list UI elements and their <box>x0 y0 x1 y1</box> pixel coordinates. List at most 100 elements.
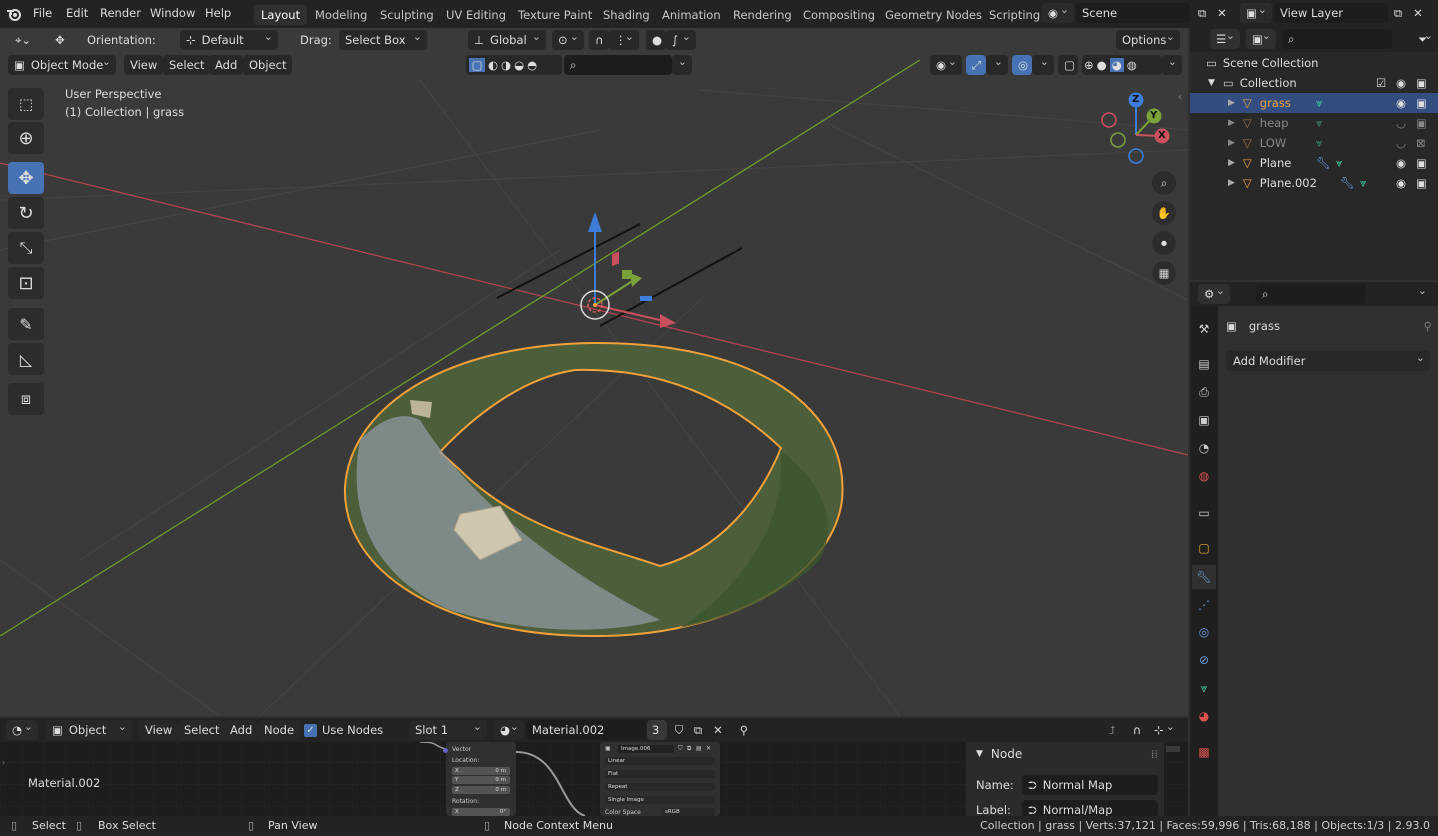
node-menu-select[interactable]: Select <box>178 720 226 740</box>
tool-transform[interactable]: ⊡ <box>8 267 44 299</box>
material-tab-icon[interactable]: ◕ <box>1192 704 1216 728</box>
orientation-dropdown[interactable]: ⊹ Default <box>180 30 278 50</box>
use-nodes-checkbox[interactable]: ✓ Use Nodes <box>298 720 389 740</box>
tab-animation[interactable]: Animation <box>655 5 728 25</box>
physics-tab-icon[interactable]: ◎ <box>1192 620 1216 644</box>
modifier-tab-icon[interactable]: 🔧︎ <box>1192 565 1216 589</box>
pin-icon[interactable]: ⚲ <box>1424 319 1432 333</box>
blender-logo-icon[interactable] <box>4 4 24 24</box>
browse-material-button[interactable]: ◕ <box>494 720 524 740</box>
select-intersect-icon[interactable]: ◓ <box>527 58 537 72</box>
render-camera-icon[interactable]: ▣ <box>1416 76 1427 90</box>
texture-tab-icon[interactable]: ▩ <box>1192 740 1216 764</box>
viewport-menu-select[interactable]: Select <box>163 55 211 75</box>
node-snap-icon[interactable]: ∩ <box>1127 720 1147 740</box>
expand-arrow-icon[interactable]: ▶ <box>1228 178 1235 188</box>
image-shield-icon[interactable]: ⛉ <box>678 745 683 753</box>
menu-edit[interactable]: Edit <box>66 6 88 20</box>
tool-tab-icon[interactable]: ⚒ <box>1192 317 1216 341</box>
editor-type-viewport-icon[interactable]: ⌖⌄ <box>8 30 38 50</box>
tab-shading[interactable]: Shading <box>596 5 657 25</box>
tab-modeling[interactable]: Modeling <box>308 5 374 25</box>
delete-scene-icon[interactable]: ✕ <box>1212 3 1232 23</box>
mode-dropdown[interactable]: ▣ Object Mode <box>8 55 116 75</box>
fake-user-shield-icon[interactable]: ⛉ <box>669 720 689 740</box>
object-tab-icon[interactable]: ▢ <box>1192 536 1216 560</box>
mapping-node[interactable]: Vector Location: X0 m Y0 m Z0 m Rotation… <box>446 742 516 816</box>
node-sidebar-tab-strip[interactable] <box>1166 746 1180 752</box>
constraints-tab-icon[interactable]: ⊘ <box>1192 648 1216 672</box>
new-scene-icon[interactable]: ⧉ <box>1192 3 1212 23</box>
panel-drag-handle-icon[interactable]: ⁞⁞ <box>1151 747 1158 761</box>
tool-measure[interactable]: ◺ <box>8 343 44 375</box>
tab-rendering[interactable]: Rendering <box>726 5 799 25</box>
select-subtract-icon[interactable]: ◑ <box>501 58 511 72</box>
node-label-field[interactable]: ⮊ Normal/Map <box>1022 800 1158 816</box>
select-extend-icon[interactable]: ◐ <box>488 58 498 72</box>
shading-modes[interactable]: ⊕ ● ◕ ◍ <box>1082 55 1162 75</box>
drag-dropdown[interactable]: Select Box <box>339 30 427 50</box>
expand-arrow-icon[interactable]: ▶ <box>1228 98 1235 108</box>
render-camera-icon[interactable]: ▣ <box>1416 176 1427 190</box>
material-name-field[interactable]: Material.002 <box>526 720 646 740</box>
gizmo-toggle[interactable]: ⤢ <box>966 55 986 75</box>
outliner-scene-collection[interactable]: ▭ Scene Collection <box>1190 53 1438 73</box>
image-source-dropdown[interactable]: Single Image <box>605 796 715 804</box>
node-panel-header[interactable]: ▼ Node ⁞⁞ <box>966 742 1164 766</box>
xray-toggle[interactable]: ▢ <box>1058 55 1078 75</box>
proportional-edit-toggle[interactable]: ● <box>646 30 666 50</box>
material-slot-dropdown[interactable]: Slot 1 <box>409 720 487 740</box>
outliner-search-field[interactable]: ⌕ <box>1282 29 1392 49</box>
shading-options-dropdown[interactable] <box>1162 55 1182 75</box>
interpolation-dropdown[interactable]: Linear <box>605 757 715 765</box>
expand-arrow-icon[interactable]: ▼ <box>1208 78 1215 88</box>
render-camera-icon[interactable]: ▣ <box>1416 156 1427 170</box>
viewport-menu-view[interactable]: View <box>124 55 164 75</box>
outliner-item-heap[interactable]: ▶ ▽ heap ⩔ ◡ ▣ <box>1190 113 1438 133</box>
duplicate-material-icon[interactable]: ⧉ <box>688 720 708 740</box>
menu-help[interactable]: Help <box>205 6 231 20</box>
outliner-editor-type[interactable]: ☰ <box>1210 29 1240 49</box>
select-box-mode-icon[interactable]: ▢ <box>469 58 485 72</box>
outliner-display-mode[interactable]: ▣ <box>1246 29 1276 49</box>
scene-selector[interactable]: Scene <box>1076 3 1190 23</box>
scene-type-button[interactable]: ◉ <box>1042 3 1074 23</box>
rendered-shading-icon[interactable]: ◍ <box>1127 58 1137 72</box>
tool-add-cube[interactable]: ⧈ <box>8 383 44 415</box>
hidden-eye-icon[interactable]: ◡ <box>1396 136 1406 150</box>
expand-arrow-icon[interactable]: ▶ <box>1228 118 1235 128</box>
output-tab-icon[interactable]: ⎙ <box>1192 380 1216 404</box>
image-texture-node[interactable]: Image.006 ▣ ⛉ ⧉ ▤ ✕ Linear Flat Repeat S… <box>600 742 720 816</box>
add-modifier-button[interactable]: Add Modifier <box>1226 351 1430 371</box>
node-editor[interactable]: ◔ ▣Object View Select Add Node ✓Use Node… <box>0 718 1188 816</box>
visibility-eye-icon[interactable]: ◉ <box>1396 76 1406 90</box>
gizmo-dropdown[interactable] <box>986 55 1008 75</box>
select-mode-toggles[interactable]: ▢ ◐ ◑ ◒ ◓ <box>466 55 562 75</box>
image-duplicate-icon[interactable]: ⧉ <box>687 745 691 753</box>
viewport-filter-dropdown[interactable] <box>672 55 692 75</box>
tab-geometry-nodes[interactable]: Geometry Nodes <box>878 5 989 25</box>
image-browse-icon[interactable]: ▣ <box>605 745 611 752</box>
mapping-loc-z-field[interactable]: Z0 m <box>452 786 510 794</box>
tool-move[interactable]: ✥ <box>8 162 44 194</box>
ortho-grid-icon[interactable]: ▦ <box>1152 261 1176 285</box>
pivot-point-dropdown[interactable]: ⊙ <box>552 30 584 50</box>
collection-tab-icon[interactable]: ▭ <box>1192 501 1216 525</box>
expand-arrow-icon[interactable]: ▶ <box>1228 138 1235 148</box>
outliner-collection[interactable]: ▼ ▭ Collection ☑ ◉ ▣ <box>1190 73 1438 93</box>
visibility-eye-icon[interactable]: ◉ <box>1396 96 1406 110</box>
snap-toggle[interactable]: ∩ <box>589 30 609 50</box>
tab-compositing[interactable]: Compositing <box>796 5 882 25</box>
tab-uv-editing[interactable]: UV Editing <box>439 5 513 25</box>
node-sidebar-arrow-icon[interactable]: › <box>2 758 5 767</box>
image-unlink-icon[interactable]: ✕ <box>706 745 711 752</box>
extension-dropdown[interactable]: Repeat <box>605 783 715 791</box>
tool-cursor[interactable]: ⊕ <box>8 122 44 154</box>
snap-target-dropdown[interactable]: ⋮ <box>609 30 639 50</box>
particles-tab-icon[interactable]: ⋰ <box>1192 593 1216 617</box>
mapping-input-socket[interactable] <box>443 748 448 753</box>
node-snap-dropdown[interactable]: ⊹ <box>1148 720 1180 740</box>
scene-tab-icon[interactable]: ◔ <box>1192 436 1216 460</box>
image-open-folder-icon[interactable]: ▤ <box>696 745 702 752</box>
mapping-rot-x-field[interactable]: X 0° <box>452 808 510 816</box>
